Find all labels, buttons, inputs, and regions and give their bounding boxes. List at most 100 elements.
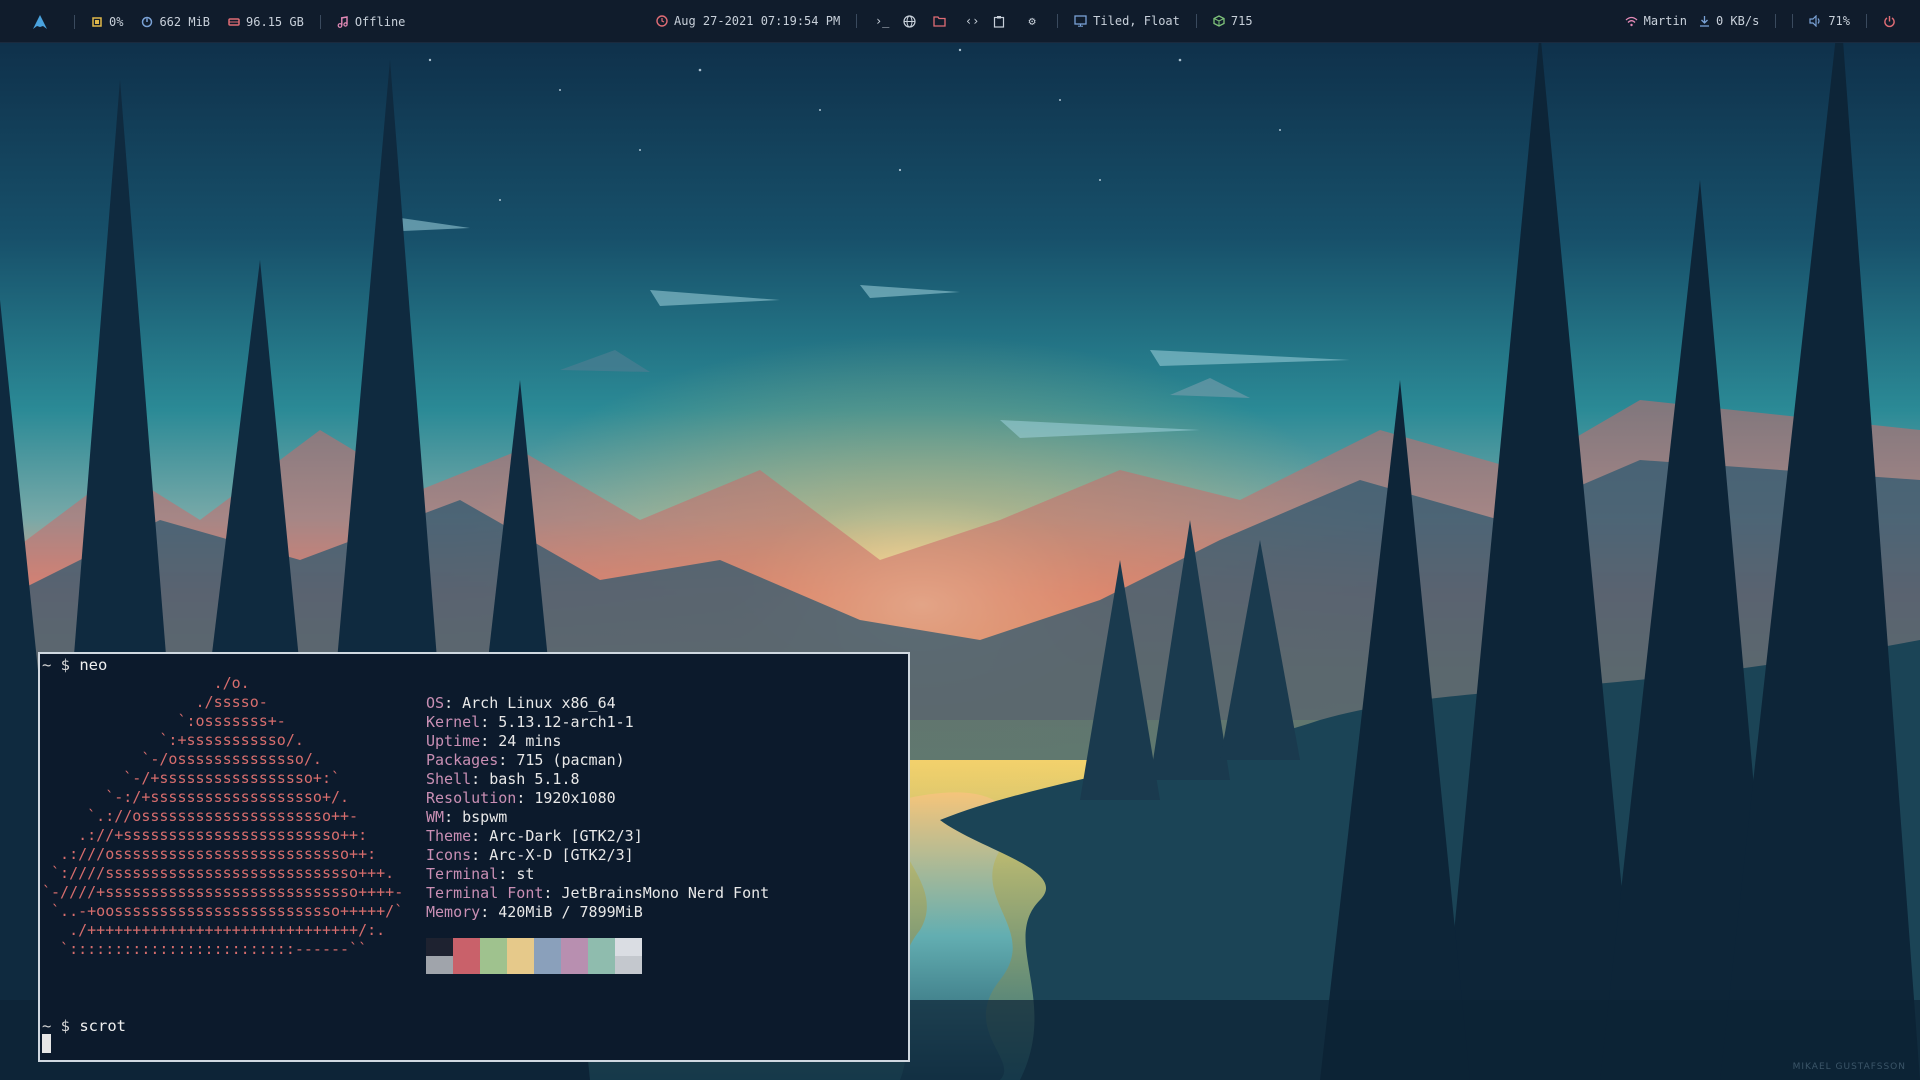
color-swatch bbox=[615, 956, 642, 974]
package-icon bbox=[1213, 15, 1225, 27]
bar-separator bbox=[1792, 14, 1794, 28]
command-scrot: scrot bbox=[79, 1017, 127, 1035]
status-bar: 0% 662 MiB 96.15 GB Offline Aug 27-2021 … bbox=[0, 0, 1920, 43]
updates-widget[interactable]: 715 bbox=[1213, 14, 1253, 28]
prompt-line-2: ~ $ scrot bbox=[42, 1017, 126, 1036]
info-value: Arch Linux x86_64 bbox=[462, 694, 616, 712]
color-swatch bbox=[507, 956, 534, 974]
clock-widget[interactable]: Aug 27-2021 07:19:54 PM bbox=[656, 14, 840, 28]
info-key: Resolution bbox=[426, 789, 517, 807]
color-swatch bbox=[588, 938, 615, 956]
color-swatch bbox=[561, 956, 588, 974]
info-row: WM: bspwm bbox=[426, 808, 508, 826]
info-row: Terminal: st bbox=[426, 865, 535, 883]
workspace-list: ›_ ‹› ⚙ bbox=[873, 14, 1041, 28]
color-swatch bbox=[480, 956, 507, 974]
info-row: Resolution: 1920x1080 bbox=[426, 789, 616, 807]
info-row: Uptime: 24 mins bbox=[426, 732, 562, 750]
info-key: Theme bbox=[426, 827, 472, 845]
info-key: WM bbox=[426, 808, 445, 826]
info-key: Terminal Font bbox=[426, 884, 544, 902]
info-key: Uptime bbox=[426, 732, 481, 750]
prompt-symbol: ~ $ bbox=[42, 1017, 70, 1035]
bar-right-section: Martin 0 KB/s 71% bbox=[1625, 14, 1896, 28]
download-speed: 0 KB/s bbox=[1715, 14, 1760, 28]
text-cursor bbox=[42, 1034, 51, 1053]
music-widget[interactable]: Offline bbox=[337, 15, 405, 29]
info-value: 420MiB / 7899MiB bbox=[498, 903, 643, 921]
info-row: OS: Arch Linux x86_64 bbox=[426, 694, 616, 712]
clock-icon bbox=[656, 15, 668, 27]
network-name: Martin bbox=[1643, 14, 1687, 28]
info-key: Kernel bbox=[426, 713, 481, 731]
arch-logo-icon[interactable] bbox=[32, 14, 48, 30]
bar-separator bbox=[1195, 14, 1197, 28]
workspace-terminal-icon[interactable]: ›_ bbox=[873, 14, 891, 28]
cpu-widget: 0% bbox=[91, 15, 123, 29]
disk-widget: 96.15 GB bbox=[228, 15, 304, 29]
memory-widget: 662 MiB bbox=[141, 15, 210, 29]
color-swatch bbox=[453, 938, 480, 956]
bar-separator bbox=[856, 14, 858, 28]
memory-value: 662 MiB bbox=[159, 15, 211, 29]
network-widget[interactable]: Martin bbox=[1625, 14, 1687, 28]
info-value: st bbox=[516, 865, 535, 883]
info-key: Terminal bbox=[426, 865, 499, 883]
color-swatch bbox=[426, 956, 453, 974]
info-value: bspwm bbox=[462, 808, 508, 826]
workspace-code-icon[interactable]: ‹› bbox=[963, 14, 981, 28]
ascii-logo: ./o. ./sssso- `:osssssss+- `:+ssssssssss… bbox=[42, 674, 404, 958]
color-swatch bbox=[534, 938, 561, 956]
info-value: 24 mins bbox=[498, 732, 562, 750]
color-swatch bbox=[561, 938, 588, 956]
bar-center-section: Aug 27-2021 07:19:54 PM ›_ ‹› ⚙ Tiled, F… bbox=[656, 14, 1253, 28]
info-value: bash 5.1.8 bbox=[489, 770, 580, 788]
workspace-folder-icon[interactable] bbox=[933, 15, 951, 27]
prompt-line-1: ~ $ neo bbox=[42, 656, 107, 675]
wallpaper-credit: MIKAEL GUSTAFSSON bbox=[1792, 1062, 1906, 1072]
info-value: 1920x1080 bbox=[534, 789, 616, 807]
wifi-icon bbox=[1625, 16, 1638, 26]
info-row: Memory: 420MiB / 7899MiB bbox=[426, 903, 643, 921]
volume-widget[interactable]: 71% bbox=[1809, 14, 1850, 28]
terminal-window[interactable]: ~ $ neo ./o. ./sssso- `:osssssss+- `:+ss… bbox=[38, 652, 910, 1062]
workspace-globe-icon[interactable] bbox=[903, 14, 921, 28]
bar-separator bbox=[319, 15, 321, 29]
color-swatch bbox=[615, 938, 642, 956]
disk-icon bbox=[228, 18, 240, 26]
download-widget: 0 KB/s bbox=[1699, 14, 1759, 28]
cpu-icon bbox=[92, 17, 102, 27]
disk-value: 96.15 GB bbox=[246, 15, 304, 29]
volume-icon bbox=[1809, 15, 1820, 27]
info-row: Kernel: 5.13.12-arch1-1 bbox=[426, 713, 634, 731]
color-swatch bbox=[534, 956, 561, 974]
bar-separator bbox=[1057, 14, 1059, 28]
power-button[interactable] bbox=[1883, 15, 1896, 28]
prompt-symbol: ~ $ bbox=[42, 656, 70, 674]
bar-separator bbox=[1775, 14, 1777, 28]
bar-left-section: 0% 662 MiB 96.15 GB Offline bbox=[32, 14, 405, 30]
updates-count: 715 bbox=[1230, 14, 1253, 28]
layout-widget[interactable]: Tiled, Float bbox=[1074, 14, 1180, 28]
monitor-icon bbox=[1074, 15, 1087, 27]
info-value: 715 (pacman) bbox=[516, 751, 625, 769]
info-key: Memory bbox=[426, 903, 481, 921]
info-value: Arc-Dark [GTK2/3] bbox=[489, 827, 643, 845]
system-info: OS: Arch Linux x86_64 Kernel: 5.13.12-arc… bbox=[426, 694, 769, 922]
info-value: Arc-X-D [GTK2/3] bbox=[489, 846, 634, 864]
info-row: Terminal Font: JetBrainsMono Nerd Font bbox=[426, 884, 770, 902]
command-neo: neo bbox=[79, 656, 108, 674]
clock-datetime: Aug 27-2021 07:19:54 PM bbox=[674, 14, 841, 28]
bar-separator bbox=[1866, 14, 1867, 28]
color-swatch bbox=[588, 956, 615, 974]
download-icon bbox=[1699, 16, 1709, 27]
info-row: Theme: Arc-Dark [GTK2/3] bbox=[426, 827, 643, 845]
color-swatch bbox=[480, 938, 507, 956]
workspace-gear-icon[interactable]: ⚙ bbox=[1023, 14, 1041, 28]
layout-mode: Tiled, Float bbox=[1093, 14, 1180, 28]
info-key: OS bbox=[426, 694, 445, 712]
info-value: 5.13.12-arch1-1 bbox=[498, 713, 634, 731]
workspace-clipboard-icon[interactable] bbox=[993, 15, 1011, 28]
info-row: Icons: Arc-X-D [GTK2/3] bbox=[426, 846, 634, 864]
volume-level: 71% bbox=[1828, 14, 1850, 28]
